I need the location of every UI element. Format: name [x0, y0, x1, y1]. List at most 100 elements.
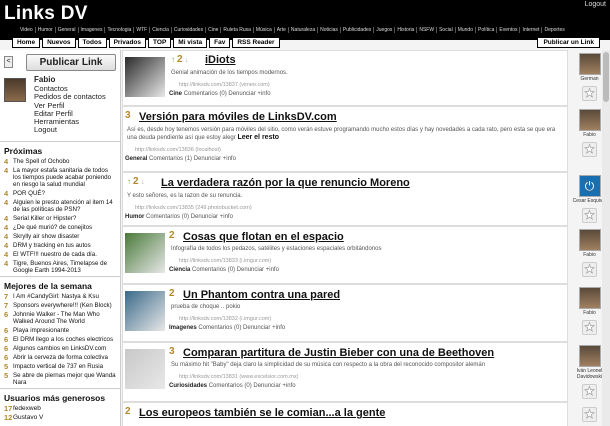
comments-link[interactable]: Comentarios (0) [184, 91, 227, 97]
tab-nuevos[interactable]: Nuevos [42, 38, 76, 48]
category-link[interactable]: Eventos [496, 27, 519, 33]
list-item[interactable]: 6 Johnnie Walker - The Man Who Walked Aro… [4, 311, 117, 325]
favorite-star-icon[interactable]: ★ [582, 86, 597, 101]
story-category[interactable]: Cine [169, 91, 182, 97]
list-item[interactable]: 4 El WTF!!! nuestro de cada día. [4, 251, 117, 259]
story-thumbnail[interactable] [125, 349, 165, 389]
author-avatar[interactable] [578, 287, 601, 309]
story-url[interactable]: http://linksdv.com/13836 (localhost) [135, 147, 221, 153]
category-link[interactable]: Ciencia [149, 27, 171, 33]
list-item-title[interactable]: Alguien le presto atención al item 14 de… [13, 199, 117, 213]
category-link[interactable]: Publicidades [339, 27, 373, 33]
comments-link[interactable]: Comentarios (0) [192, 267, 235, 273]
vote-down-icon[interactable]: ↓ [141, 177, 145, 186]
story-category[interactable]: General [125, 156, 147, 162]
list-item-title[interactable]: ¿De qué murió? de conejitos [13, 224, 92, 231]
favorite-star-icon[interactable]: ★ [582, 208, 597, 223]
category-link[interactable]: Tecnologia [104, 27, 133, 33]
report-link[interactable]: Denunciar [237, 267, 264, 273]
list-item[interactable]: 4 Tigre, Buenos Aires, Timelapse de Googl… [4, 260, 117, 274]
report-link[interactable]: Denunciar [253, 383, 280, 389]
vote-up-icon[interactable]: ↑ [127, 177, 131, 186]
story-thumbnail[interactable] [125, 233, 165, 273]
category-link[interactable]: Cine [205, 27, 220, 33]
list-item-title[interactable]: I Am #CandyGirl: Nastya & Ksu [13, 293, 99, 300]
list-item-title[interactable]: The Spell of Ochobo [13, 158, 69, 165]
author-avatar[interactable] [578, 345, 601, 367]
list-item[interactable]: 6 Playa impresionante [4, 327, 117, 335]
category-link[interactable]: Música [252, 27, 274, 33]
info-link[interactable]: +info [272, 325, 285, 331]
story-title[interactable]: Un Phantom contra una pared [183, 289, 340, 301]
scrollbar[interactable] [602, 50, 610, 426]
list-item-title[interactable]: Johnnie Walker - The Man Who Walked Arou… [13, 311, 117, 325]
list-item-title[interactable]: POR QUÉ? [13, 190, 45, 197]
category-link[interactable]: Ruleta Rusa [220, 27, 253, 33]
category-link[interactable]: Social [436, 27, 455, 33]
category-link[interactable]: Mundo [454, 27, 475, 33]
list-item-title[interactable]: Algunos cambios en LinksDV.com [13, 345, 106, 352]
favorite-star-icon[interactable]: ★ [582, 407, 597, 422]
list-item[interactable]: 4 POR QUÉ? [4, 190, 117, 198]
power-icon[interactable]: ⏻ [578, 175, 601, 197]
category-link[interactable]: Video [18, 27, 35, 33]
category-link[interactable]: Internet [519, 27, 541, 33]
category-link[interactable]: Arte [273, 27, 288, 33]
list-item[interactable]: 7 Sponsors everywhere!!! (Ken Block) [4, 302, 117, 310]
author-avatar[interactable] [578, 229, 601, 251]
vote-up-icon[interactable]: ↑ [171, 55, 175, 64]
story-url[interactable]: http://linksdv.com/13835 (249.photobucke… [135, 205, 252, 211]
list-item-title[interactable]: Se abre de piernas mejor que Wanda Nara [13, 372, 117, 386]
story-title[interactable]: Comparan partitura de Justin Bieber con … [183, 347, 494, 359]
report-link[interactable]: Denunciar [194, 156, 221, 162]
favorite-star-icon[interactable]: ★ [582, 262, 597, 277]
list-item-title[interactable]: Tigre, Buenos Aires, Timelapse de Google… [13, 260, 117, 274]
favorite-star-icon[interactable]: ★ [582, 384, 597, 399]
tab-fav[interactable]: Fav [209, 38, 231, 48]
story-url[interactable]: http://linksdv.com/13837 (vimeo.com) [179, 82, 270, 88]
list-item[interactable]: 7 I Am #CandyGirl: Nastya & Ksu [4, 293, 117, 301]
list-item[interactable]: 5 Impacto vertical de 737 en Rusia [4, 363, 117, 371]
category-link[interactable]: Curiosidades [170, 27, 205, 33]
report-link[interactable]: Denunciar [228, 91, 255, 97]
tab-todos[interactable]: Todos [77, 38, 107, 48]
category-link[interactable]: Imagenes [77, 27, 105, 33]
story-category[interactable]: Humor [125, 214, 144, 220]
scrollbar-thumb[interactable] [603, 52, 609, 102]
story-url[interactable]: http://linksdv.com/13831 (www.excelsior.… [179, 374, 298, 380]
list-item-title[interactable]: Impacto vertical de 737 en Rusia [13, 363, 103, 370]
comments-link[interactable]: Comentarios (0) [198, 325, 241, 331]
list-item[interactable]: 4 The Spell of Ochobo [4, 158, 117, 166]
category-link[interactable]: Noticias [317, 27, 340, 33]
story-thumbnail[interactable] [125, 57, 165, 97]
story-category[interactable]: Curiosidades [169, 383, 207, 389]
info-link[interactable]: +info [257, 91, 270, 97]
category-link[interactable]: WTF [133, 27, 149, 33]
list-item-title[interactable]: Skrylly air show disaster [13, 233, 79, 240]
story-title[interactable]: Versión para móviles de LinksDV.com [139, 111, 337, 123]
story-category[interactable]: Ciencia [169, 267, 190, 273]
comments-link[interactable]: Comentarios (1) [149, 156, 192, 162]
favorite-star-icon[interactable]: ★ [582, 142, 597, 157]
logout-link[interactable]: Logout [585, 1, 606, 8]
category-link[interactable]: Deportes [541, 27, 566, 33]
read-more-link[interactable]: Leer el resto [237, 134, 279, 141]
tab-home[interactable]: Home [12, 38, 41, 48]
category-link[interactable]: Juegos [373, 27, 394, 33]
site-logo[interactable]: Links DV [4, 3, 88, 25]
category-link[interactable]: Humor [34, 27, 55, 33]
tab-top[interactable]: TOP [148, 38, 172, 48]
vote-down-icon[interactable]: ↓ [185, 55, 189, 64]
story-category[interactable]: Imagenes [169, 325, 197, 331]
list-item-title[interactable]: fedexweb [13, 405, 41, 412]
category-link[interactable]: General [54, 27, 78, 33]
favorite-star-icon[interactable]: ★ [582, 320, 597, 335]
list-item[interactable]: 4 La mayor estafa sanitaria de todos los … [4, 167, 117, 188]
list-item[interactable]: 4 ¿De qué murió? de conejitos [4, 224, 117, 232]
info-link[interactable]: +info [266, 267, 279, 273]
story-title[interactable]: Cosas que flotan en el espacio [183, 231, 344, 243]
story-title[interactable]: iDiots [205, 54, 236, 66]
publish-link-top-button[interactable]: Publicar un Link [537, 38, 600, 48]
author-avatar[interactable] [578, 53, 601, 75]
list-item-title[interactable]: Gustavo V [13, 414, 43, 421]
